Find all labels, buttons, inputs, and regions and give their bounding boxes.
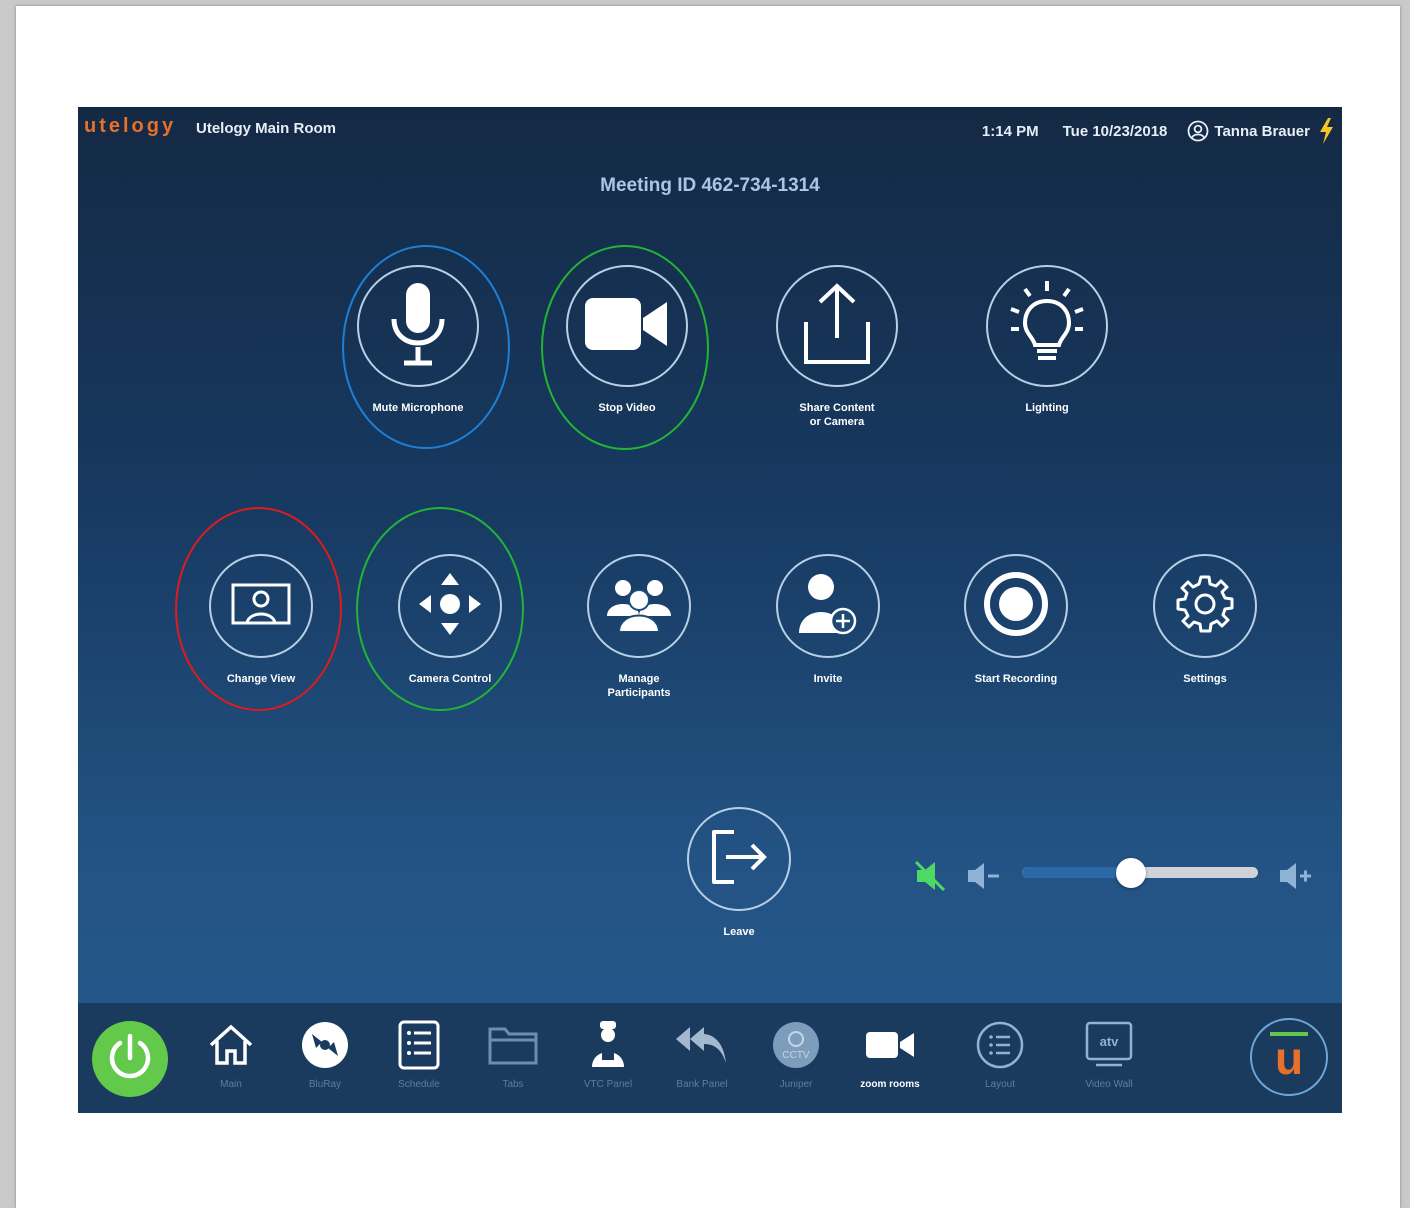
manage-participants-label: Manage Participants (607, 673, 671, 699)
leave-button[interactable]: Leave (669, 807, 809, 939)
mute-microphone-button[interactable]: Mute Microphone (348, 265, 488, 415)
exit-icon (708, 826, 770, 893)
share-upload-icon (802, 282, 872, 371)
reply-all-icon (657, 1019, 747, 1071)
change-view-label: Change View (226, 673, 296, 685)
manage-participants-button[interactable]: Manage Participants (569, 554, 709, 700)
utelogy-brand-button[interactable]: u (1250, 1018, 1328, 1096)
share-content-button[interactable]: Share Content or Camera (767, 265, 907, 429)
record-icon (983, 571, 1049, 642)
nav-item-juniper[interactable]: CCTV Juniper (751, 1019, 841, 1090)
svg-text:u: u (1275, 1032, 1303, 1084)
camera-control-button[interactable]: Camera Control (380, 554, 520, 686)
invite-button[interactable]: Invite (758, 554, 898, 686)
nav-item-video-wall[interactable]: atv Video Wall (1064, 1019, 1154, 1090)
start-recording-label: Start Recording (974, 673, 1058, 685)
lighting-circle[interactable] (986, 265, 1108, 387)
nav-label-bluray: BluRay (308, 1079, 342, 1090)
manage-participants-circle[interactable] (587, 554, 691, 658)
share-content-label: Share Content or Camera (799, 402, 875, 428)
utelogy-control-panel: utelogy Utelogy Main Room 1:14 PM Tue 10… (78, 107, 1342, 1113)
invite-user-icon (797, 571, 859, 642)
svg-text:CCTV: CCTV (782, 1050, 810, 1061)
settings-label: Settings (1183, 673, 1227, 685)
change-view-icon (229, 579, 293, 634)
change-view-circle[interactable] (209, 554, 313, 658)
stop-video-label: Stop Video (598, 402, 656, 414)
leave-circle[interactable] (687, 807, 791, 911)
atv-icon: atv (1064, 1019, 1154, 1071)
nav-item-bluray[interactable]: BluRay (280, 1019, 370, 1090)
nav-label-juniper: Juniper (779, 1079, 813, 1090)
svg-text:atv: atv (1100, 1034, 1120, 1049)
zoom-camera-icon (845, 1019, 935, 1071)
nav-label-vtc-panel: VTC Panel (583, 1079, 633, 1090)
start-recording-circle[interactable] (964, 554, 1068, 658)
nav-label-zoom-rooms: zoom rooms (860, 1079, 920, 1090)
meeting-id: Meeting ID 462-734-1314 (600, 175, 820, 196)
cctv-icon: CCTV (751, 1019, 841, 1071)
nav-item-layout[interactable]: Layout (955, 1019, 1045, 1090)
nav-item-schedule[interactable]: Schedule (374, 1019, 464, 1090)
nav-item-main[interactable]: Main (186, 1019, 276, 1090)
microphone-icon (386, 279, 450, 374)
clock-date: Tue 10/23/2018 (1062, 122, 1168, 140)
nav-label-video-wall: Video Wall (1085, 1079, 1133, 1090)
vtc-person-icon (563, 1019, 653, 1071)
stop-video-circle[interactable] (566, 265, 688, 387)
start-recording-button[interactable]: Start Recording (946, 554, 1086, 686)
nav-label-tabs: Tabs (502, 1079, 524, 1090)
utelogy-u-logo: u (1270, 1032, 1308, 1084)
lightning-icon[interactable] (1318, 118, 1334, 144)
nav-label-schedule: Schedule (398, 1079, 440, 1090)
stop-video-button[interactable]: Stop Video (557, 265, 697, 415)
change-view-button[interactable]: Change View (191, 554, 331, 686)
invite-circle[interactable] (776, 554, 880, 658)
lightbulb-icon (1007, 279, 1087, 374)
disc-icon (280, 1019, 370, 1071)
lighting-button[interactable]: Lighting (977, 265, 1117, 415)
volume-down-icon[interactable] (966, 861, 1002, 896)
user-name[interactable]: Tanna Brauer (1214, 123, 1310, 140)
utelogy-logo: utelogy (84, 115, 177, 137)
camera-control-circle[interactable] (398, 554, 502, 658)
settings-button[interactable]: Settings (1135, 554, 1275, 686)
volume-slider-fill (1022, 867, 1131, 878)
room-name: Utelogy Main Room (196, 120, 337, 137)
mute-microphone-circle[interactable] (357, 265, 479, 387)
clock-time: 1:14 PM (981, 122, 1039, 140)
participants-icon (604, 576, 674, 637)
folder-icon (468, 1019, 558, 1071)
invite-label: Invite (813, 673, 843, 685)
nav-label-main: Main (220, 1079, 242, 1090)
settings-circle[interactable] (1153, 554, 1257, 658)
leave-label: Leave (723, 926, 755, 938)
volume-up-icon[interactable] (1278, 861, 1314, 896)
volume-slider-handle[interactable] (1115, 858, 1146, 888)
nav-label-bank-panel: Bank Panel (676, 1079, 728, 1090)
nav-item-bank-panel[interactable]: Bank Panel (657, 1019, 747, 1090)
speaker-muted-icon[interactable] (913, 859, 947, 898)
mute-microphone-label: Mute Microphone (372, 402, 464, 414)
nav-item-zoom-rooms[interactable]: zoom rooms (845, 1019, 935, 1090)
nav-item-tabs[interactable]: Tabs (468, 1019, 558, 1090)
camera-control-label: Camera Control (408, 673, 492, 685)
nav-item-vtc-panel[interactable]: VTC Panel (563, 1019, 653, 1090)
lighting-label: Lighting (1025, 402, 1069, 414)
nav-label-layout: Layout (984, 1079, 1016, 1090)
home-icon (186, 1019, 276, 1071)
user-icon (1187, 120, 1209, 142)
camera-control-icon (417, 571, 483, 642)
schedule-list-icon (374, 1019, 464, 1071)
video-camera-icon (583, 294, 671, 359)
share-content-circle[interactable] (776, 265, 898, 387)
gear-icon (1174, 573, 1236, 640)
power-button[interactable] (92, 1021, 168, 1097)
layout-list-icon (955, 1019, 1045, 1071)
power-icon (105, 1032, 155, 1087)
header-status: 1:14 PM Tue 10/23/2018 Tanna Brauer (982, 118, 1334, 144)
